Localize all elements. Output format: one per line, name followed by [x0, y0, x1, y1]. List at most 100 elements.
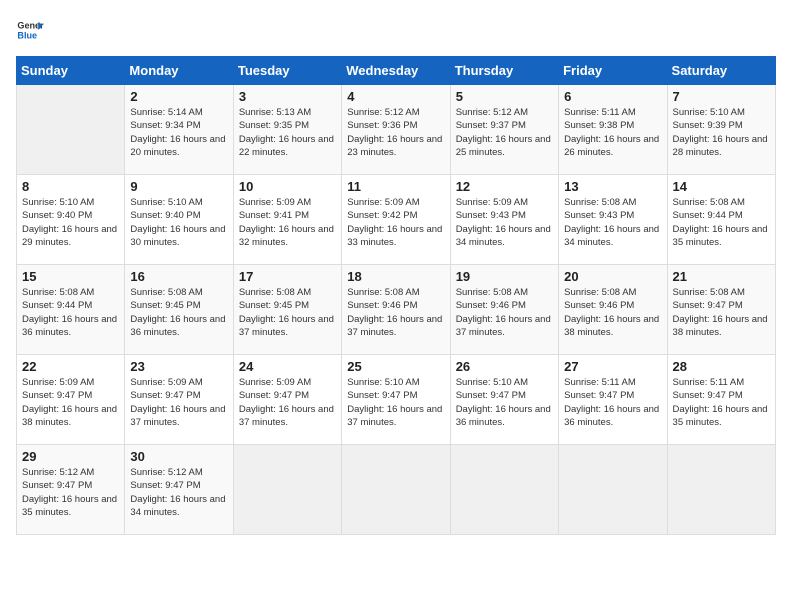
- calendar-cell: 18 Sunrise: 5:08 AMSunset: 9:46 PMDayligh…: [342, 265, 450, 355]
- calendar-cell: 16Sunrise: 5:08 AMSunset: 9:45 PMDayligh…: [125, 265, 233, 355]
- calendar-week-row: 15 Sunrise: 5:08 AMSunset: 9:44 PMDayligh…: [17, 265, 776, 355]
- day-number: 25: [347, 359, 444, 374]
- calendar-cell: 15 Sunrise: 5:08 AMSunset: 9:44 PMDayligh…: [17, 265, 125, 355]
- day-number: 15: [22, 269, 119, 284]
- day-number: 23: [130, 359, 227, 374]
- day-number: 3: [239, 89, 336, 104]
- day-number: 8: [22, 179, 119, 194]
- calendar-week-row: 29 Sunrise: 5:12 AMSunset: 9:47 PMDayligh…: [17, 445, 776, 535]
- day-info: Sunrise: 5:10 AMSunset: 9:47 PMDaylight:…: [456, 376, 553, 429]
- calendar-week-row: 8 Sunrise: 5:10 AMSunset: 9:40 PMDaylight…: [17, 175, 776, 265]
- header-sunday: Sunday: [17, 57, 125, 85]
- calendar-cell: [450, 445, 558, 535]
- day-number: 14: [673, 179, 770, 194]
- calendar-cell: 27 Sunrise: 5:11 AMSunset: 9:47 PMDayligh…: [559, 355, 667, 445]
- header-tuesday: Tuesday: [233, 57, 341, 85]
- calendar-week-row: 22 Sunrise: 5:09 AMSunset: 9:47 PMDayligh…: [17, 355, 776, 445]
- logo-icon: General Blue: [16, 16, 44, 44]
- day-number: 6: [564, 89, 661, 104]
- calendar-cell: 30Sunrise: 5:12 AMSunset: 9:47 PMDayligh…: [125, 445, 233, 535]
- day-info: Sunrise: 5:08 AMSunset: 9:44 PMDaylight:…: [22, 286, 119, 339]
- day-number: 30: [130, 449, 227, 464]
- day-number: 2: [130, 89, 227, 104]
- day-number: 17: [239, 269, 336, 284]
- day-info: Sunrise: 5:11 AMSunset: 9:47 PMDaylight:…: [564, 376, 661, 429]
- day-number: 13: [564, 179, 661, 194]
- calendar-cell: 10 Sunrise: 5:09 AMSunset: 9:41 PMDayligh…: [233, 175, 341, 265]
- day-number: 12: [456, 179, 553, 194]
- day-number: 26: [456, 359, 553, 374]
- calendar-cell: 28 Sunrise: 5:11 AMSunset: 9:47 PMDayligh…: [667, 355, 775, 445]
- calendar-cell: [17, 85, 125, 175]
- calendar-cell: 2 Sunrise: 5:14 AMSunset: 9:34 PMDaylight…: [125, 85, 233, 175]
- day-info: Sunrise: 5:09 AMSunset: 9:47 PMDaylight:…: [130, 376, 227, 429]
- calendar-cell: [667, 445, 775, 535]
- day-info: Sunrise: 5:08 AMSunset: 9:46 PMDaylight:…: [564, 286, 661, 339]
- day-info: Sunrise: 5:11 AMSunset: 9:38 PMDaylight:…: [564, 106, 661, 159]
- day-number: 27: [564, 359, 661, 374]
- header-saturday: Saturday: [667, 57, 775, 85]
- day-info: Sunrise: 5:08 AMSunset: 9:45 PMDaylight:…: [239, 286, 336, 339]
- day-info: Sunrise: 5:08 AMSunset: 9:46 PMDaylight:…: [456, 286, 553, 339]
- day-info: Sunrise: 5:12 AMSunset: 9:36 PMDaylight:…: [347, 106, 444, 159]
- calendar-cell: 25 Sunrise: 5:10 AMSunset: 9:47 PMDayligh…: [342, 355, 450, 445]
- day-number: 22: [22, 359, 119, 374]
- day-number: 4: [347, 89, 444, 104]
- calendar-cell: 5 Sunrise: 5:12 AMSunset: 9:37 PMDaylight…: [450, 85, 558, 175]
- day-info: Sunrise: 5:10 AMSunset: 9:47 PMDaylight:…: [347, 376, 444, 429]
- calendar-cell: 17 Sunrise: 5:08 AMSunset: 9:45 PMDayligh…: [233, 265, 341, 355]
- calendar-cell: 7 Sunrise: 5:10 AMSunset: 9:39 PMDaylight…: [667, 85, 775, 175]
- calendar-cell: [342, 445, 450, 535]
- calendar-cell: 9Sunrise: 5:10 AMSunset: 9:40 PMDaylight…: [125, 175, 233, 265]
- calendar-cell: 4 Sunrise: 5:12 AMSunset: 9:36 PMDaylight…: [342, 85, 450, 175]
- day-info: Sunrise: 5:08 AMSunset: 9:46 PMDaylight:…: [347, 286, 444, 339]
- day-number: 10: [239, 179, 336, 194]
- day-info: Sunrise: 5:08 AMSunset: 9:47 PMDaylight:…: [673, 286, 770, 339]
- page-header: General Blue: [16, 16, 776, 44]
- calendar-cell: 21 Sunrise: 5:08 AMSunset: 9:47 PMDayligh…: [667, 265, 775, 355]
- day-info: Sunrise: 5:14 AMSunset: 9:34 PMDaylight:…: [130, 106, 227, 159]
- calendar-cell: 23 Sunrise: 5:09 AMSunset: 9:47 PMDayligh…: [125, 355, 233, 445]
- calendar-cell: 8 Sunrise: 5:10 AMSunset: 9:40 PMDaylight…: [17, 175, 125, 265]
- calendar-cell: 20 Sunrise: 5:08 AMSunset: 9:46 PMDayligh…: [559, 265, 667, 355]
- calendar-cell: [559, 445, 667, 535]
- day-number: 9: [130, 179, 227, 194]
- calendar-week-row: 2 Sunrise: 5:14 AMSunset: 9:34 PMDaylight…: [17, 85, 776, 175]
- day-number: 18: [347, 269, 444, 284]
- day-info: Sunrise: 5:09 AMSunset: 9:41 PMDaylight:…: [239, 196, 336, 249]
- day-number: 29: [22, 449, 119, 464]
- calendar-cell: 12Sunrise: 5:09 AMSunset: 9:43 PMDayligh…: [450, 175, 558, 265]
- day-number: 28: [673, 359, 770, 374]
- day-info: Sunrise: 5:08 AMSunset: 9:45 PMDaylight:…: [130, 286, 227, 339]
- day-number: 7: [673, 89, 770, 104]
- calendar-cell: 14 Sunrise: 5:08 AMSunset: 9:44 PMDayligh…: [667, 175, 775, 265]
- day-info: Sunrise: 5:09 AMSunset: 9:42 PMDaylight:…: [347, 196, 444, 249]
- header-monday: Monday: [125, 57, 233, 85]
- day-info: Sunrise: 5:12 AMSunset: 9:37 PMDaylight:…: [456, 106, 553, 159]
- calendar-cell: 3 Sunrise: 5:13 AMSunset: 9:35 PMDaylight…: [233, 85, 341, 175]
- day-number: 21: [673, 269, 770, 284]
- calendar-cell: 26 Sunrise: 5:10 AMSunset: 9:47 PMDayligh…: [450, 355, 558, 445]
- day-info: Sunrise: 5:10 AMSunset: 9:39 PMDaylight:…: [673, 106, 770, 159]
- calendar-cell: 11 Sunrise: 5:09 AMSunset: 9:42 PMDayligh…: [342, 175, 450, 265]
- day-info: Sunrise: 5:10 AMSunset: 9:40 PMDaylight:…: [22, 196, 119, 249]
- calendar-cell: 13 Sunrise: 5:08 AMSunset: 9:43 PMDayligh…: [559, 175, 667, 265]
- day-info: Sunrise: 5:09 AMSunset: 9:47 PMDaylight:…: [239, 376, 336, 429]
- calendar-cell: 22 Sunrise: 5:09 AMSunset: 9:47 PMDayligh…: [17, 355, 125, 445]
- day-info: Sunrise: 5:13 AMSunset: 9:35 PMDaylight:…: [239, 106, 336, 159]
- day-number: 11: [347, 179, 444, 194]
- day-info: Sunrise: 5:11 AMSunset: 9:47 PMDaylight:…: [673, 376, 770, 429]
- calendar-cell: 24 Sunrise: 5:09 AMSunset: 9:47 PMDayligh…: [233, 355, 341, 445]
- day-info: Sunrise: 5:12 AMSunset: 9:47 PMDaylight:…: [22, 466, 119, 519]
- header-thursday: Thursday: [450, 57, 558, 85]
- day-number: 20: [564, 269, 661, 284]
- day-number: 24: [239, 359, 336, 374]
- logo: General Blue: [16, 16, 44, 44]
- day-info: Sunrise: 5:08 AMSunset: 9:43 PMDaylight:…: [564, 196, 661, 249]
- calendar-cell: [233, 445, 341, 535]
- day-info: Sunrise: 5:08 AMSunset: 9:44 PMDaylight:…: [673, 196, 770, 249]
- header-friday: Friday: [559, 57, 667, 85]
- header-wednesday: Wednesday: [342, 57, 450, 85]
- day-info: Sunrise: 5:09 AMSunset: 9:47 PMDaylight:…: [22, 376, 119, 429]
- day-number: 5: [456, 89, 553, 104]
